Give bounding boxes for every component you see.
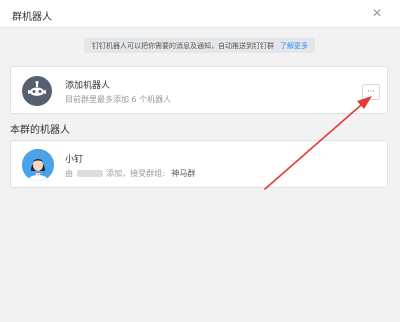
robot-info: 由 添加，接受群组: 神马群: [65, 168, 195, 179]
learn-more-link[interactable]: 了解更多: [280, 41, 308, 51]
more-options-button[interactable]: ···: [362, 84, 380, 100]
info-notice: 钉钉机器人可以把你需要的消息及通知，自动推送到钉钉群 了解更多: [84, 38, 315, 53]
group-name: 神马群: [171, 169, 196, 178]
blurred-creator-name: [76, 170, 103, 177]
close-icon[interactable]: ✕: [370, 6, 384, 20]
dialog-title: 群机器人: [12, 12, 52, 23]
dialog-header: 群机器人 ✕: [0, 0, 400, 28]
robot-name: 小钉: [65, 155, 84, 165]
add-robot-subtitle: 目前群里最多添加 6 个机器人: [65, 95, 172, 104]
notice-text: 钉钉机器人可以把你需要的消息及通知，自动推送到钉钉群: [92, 41, 274, 50]
person-avatar-icon: [22, 149, 54, 181]
added-text: 添加，接受群组:: [106, 169, 165, 178]
robot-list-item[interactable]: 小钉 由 添加，接受群组: 神马群: [10, 140, 388, 188]
add-robot-card[interactable]: 添加机器人 目前群里最多添加 6 个机器人: [10, 66, 388, 114]
section-title: 本群的机器人: [10, 125, 70, 136]
by-prefix: 由: [65, 169, 73, 178]
add-robot-title: 添加机器人: [65, 81, 111, 91]
robot-icon: [22, 76, 52, 106]
